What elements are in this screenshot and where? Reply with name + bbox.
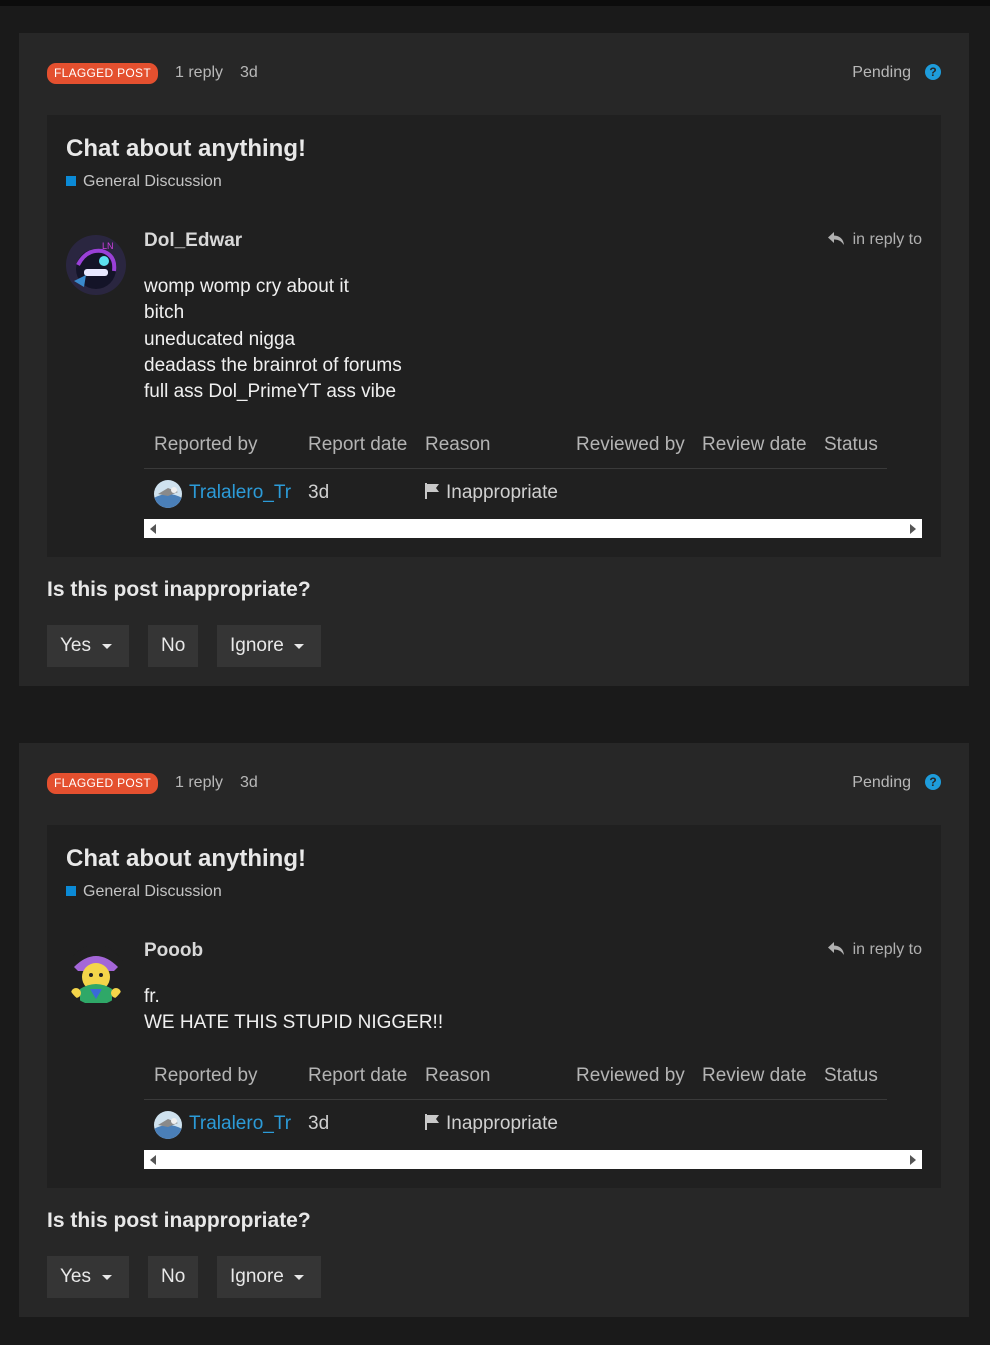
topic-title[interactable]: Chat about anything!	[66, 845, 306, 873]
in-reply-to-label: in reply to	[852, 941, 922, 958]
ignore-button[interactable]: Ignore	[217, 1256, 321, 1298]
flagged-post: Chat about anything! General Discussion …	[47, 115, 941, 557]
post-body: womp womp cry about it bitch uneducated …	[144, 274, 402, 405]
column-header-reviewed-by: Reviewed by	[576, 1065, 685, 1086]
reply-arrow-icon	[827, 231, 845, 251]
reply-count[interactable]: 1 reply	[175, 774, 223, 792]
chevron-down-icon	[294, 1275, 304, 1280]
no-button-label: No	[161, 635, 186, 656]
report-reason-label: Inappropriate	[446, 1113, 558, 1134]
horizontal-scrollbar[interactable]	[144, 1150, 922, 1169]
no-button-label: No	[161, 1266, 186, 1287]
review-header: FLAGGED POST 1 reply 3d Pending ?	[47, 63, 941, 87]
flag-icon	[425, 1114, 440, 1136]
review-item: FLAGGED POST 1 reply 3d Pending ? Chat a…	[19, 743, 969, 1317]
top-bar	[0, 0, 990, 6]
svg-text:LN: LN	[102, 241, 114, 251]
table-row: Tralalero_Tr 3d Inappropriate	[144, 1100, 887, 1150]
avatar[interactable]: LN	[66, 235, 126, 295]
category-color-square	[66, 176, 76, 186]
category-badge[interactable]: General Discussion	[66, 883, 222, 901]
table-row: Tralalero_Tr 3d Inappropriate	[144, 469, 887, 519]
scroll-left-arrow-icon[interactable]	[150, 1155, 156, 1165]
in-reply-to-label: in reply to	[852, 231, 922, 248]
column-header-reviewed-by: Reviewed by	[576, 434, 685, 455]
post-body: fr. WE HATE THIS STUPID NIGGER!!	[144, 984, 443, 1037]
column-header-reason: Reason	[425, 1065, 491, 1086]
no-button[interactable]: No	[148, 625, 198, 667]
column-header-report-date: Report date	[308, 1065, 408, 1086]
column-header-status: Status	[824, 1065, 878, 1086]
in-reply-to-link[interactable]: in reply to	[827, 231, 922, 251]
post-body-line: bitch	[144, 302, 185, 324]
yes-button[interactable]: Yes	[47, 1256, 129, 1298]
review-question: Is this post inappropriate?	[47, 1209, 311, 1232]
question-circle-icon[interactable]: ?	[925, 64, 941, 80]
review-status: Pending	[852, 64, 911, 81]
report-date: 3d	[308, 482, 330, 503]
chevron-down-icon	[102, 644, 112, 649]
question-circle-icon[interactable]: ?	[925, 774, 941, 790]
category-name: General Discussion	[83, 883, 222, 900]
avatar[interactable]	[66, 945, 126, 1005]
chevron-down-icon	[294, 644, 304, 649]
scroll-left-arrow-icon[interactable]	[150, 524, 156, 534]
flagged-post: Chat about anything! General Discussion …	[47, 825, 941, 1188]
post-author[interactable]: Pooob	[144, 940, 203, 962]
column-header-reason: Reason	[425, 434, 491, 455]
flag-icon	[425, 483, 440, 505]
yes-button[interactable]: Yes	[47, 625, 129, 667]
category-badge[interactable]: General Discussion	[66, 173, 222, 191]
scroll-right-arrow-icon[interactable]	[910, 1155, 916, 1165]
post-body-line: full ass Dol_PrimeYT ass vibe	[144, 381, 397, 403]
ignore-button-label: Ignore	[230, 1266, 284, 1287]
reporter-avatar[interactable]	[154, 480, 182, 508]
column-header-reported-by: Reported by	[154, 434, 258, 455]
post-age: 3d	[240, 64, 258, 81]
yes-button-label: Yes	[60, 635, 91, 656]
column-header-review-date: Review date	[702, 1065, 807, 1086]
post-body-line: WE HATE THIS STUPID NIGGER!!	[144, 1012, 444, 1034]
reply-count[interactable]: 1 reply	[175, 64, 223, 82]
yes-button-label: Yes	[60, 1266, 91, 1287]
column-header-review-date: Review date	[702, 434, 807, 455]
horizontal-scrollbar[interactable]	[144, 519, 922, 538]
column-header-reported-by: Reported by	[154, 1065, 258, 1086]
report-reason-label: Inappropriate	[446, 482, 558, 503]
post-author[interactable]: Dol_Edwar	[144, 230, 242, 252]
reporter-username[interactable]: Tralalero_Tr	[189, 1113, 291, 1135]
column-header-report-date: Report date	[308, 434, 408, 455]
post-body-line: womp womp cry about it	[144, 276, 349, 297]
no-button[interactable]: No	[148, 1256, 198, 1298]
review-question: Is this post inappropriate?	[47, 578, 311, 601]
post-body-line: fr.	[144, 986, 160, 1007]
category-name: General Discussion	[83, 173, 222, 190]
review-item: FLAGGED POST 1 reply 3d Pending ? Chat a…	[19, 33, 969, 686]
category-color-square	[66, 886, 76, 896]
post-body-line: uneducated nigga	[144, 328, 296, 350]
review-status: Pending	[852, 774, 911, 791]
scroll-right-arrow-icon[interactable]	[910, 524, 916, 534]
flagged-post-badge: FLAGGED POST	[47, 773, 158, 794]
review-header: FLAGGED POST 1 reply 3d Pending ?	[47, 773, 941, 797]
report-date: 3d	[308, 1113, 330, 1134]
topic-title[interactable]: Chat about anything!	[66, 135, 306, 163]
reporter-username[interactable]: Tralalero_Tr	[189, 482, 291, 504]
reporter-avatar[interactable]	[154, 1111, 182, 1139]
report-reason: Inappropriate	[425, 1113, 558, 1136]
report-reason: Inappropriate	[425, 482, 558, 505]
ignore-button[interactable]: Ignore	[217, 625, 321, 667]
column-header-status: Status	[824, 434, 878, 455]
ignore-button-label: Ignore	[230, 635, 284, 656]
chevron-down-icon	[102, 1275, 112, 1280]
post-body-line: deadass the brainrot of forums	[144, 354, 402, 376]
reply-arrow-icon	[827, 941, 845, 961]
flagged-post-badge: FLAGGED POST	[47, 63, 158, 84]
in-reply-to-link[interactable]: in reply to	[827, 941, 922, 961]
post-age: 3d	[240, 774, 258, 791]
